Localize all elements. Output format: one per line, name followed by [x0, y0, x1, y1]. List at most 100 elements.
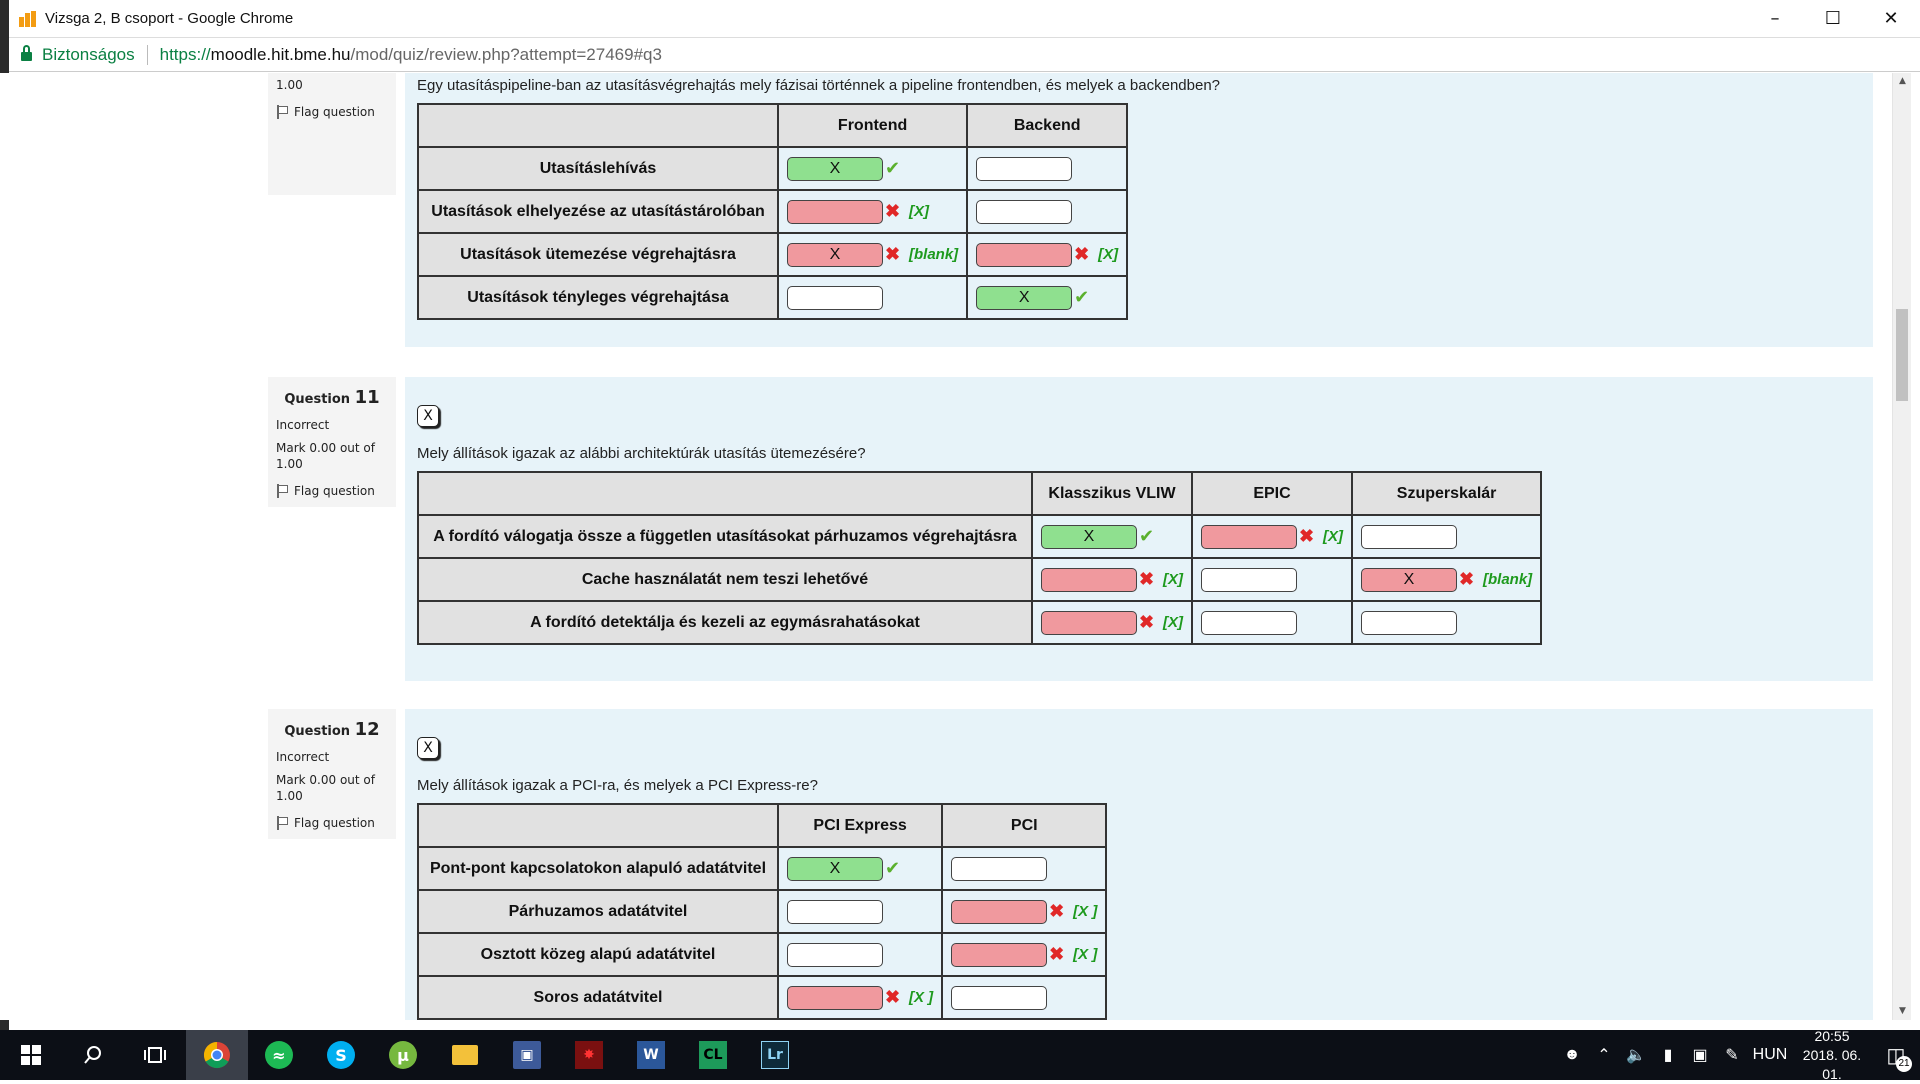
lightroom-icon[interactable]: Lr [744, 1030, 806, 1080]
answer-input[interactable] [787, 985, 883, 1010]
answer-cell: X ✔ [776, 846, 944, 891]
answer-input[interactable] [951, 856, 1048, 881]
answer-input[interactable] [1361, 610, 1457, 635]
maximize-icon[interactable]: ☐ [1804, 0, 1862, 38]
flag-label: Flag question [294, 484, 375, 498]
column-header: Szuperskalár [1350, 471, 1543, 516]
answer-cell [941, 975, 1108, 1020]
people-icon[interactable]: ☻ [1556, 1046, 1588, 1064]
x-button[interactable]: X [417, 737, 439, 759]
question-label: Question [284, 392, 351, 407]
answer-input[interactable] [951, 942, 1048, 967]
answer-input[interactable] [1201, 610, 1297, 635]
correct-answer-hint: [X ] [1073, 946, 1098, 963]
cross-icon: ✖ [885, 987, 901, 1007]
close-icon[interactable]: ✕ [1862, 0, 1920, 38]
language-indicator[interactable]: HUN [1748, 1046, 1792, 1064]
url-text[interactable]: https://moodle.hit.bme.hu/mod/quiz/revie… [160, 45, 662, 65]
save-disk-icon[interactable]: ▣ [496, 1030, 558, 1080]
row-label: Utasítások elhelyezése az utasítástároló… [417, 189, 779, 234]
answer-input[interactable] [1201, 567, 1297, 592]
vertical-scrollbar[interactable]: ▲ ▼ [1892, 73, 1911, 1020]
table-row: A fordító detektálja és kezeli az egymás… [417, 600, 1543, 645]
answer-input[interactable] [787, 899, 883, 924]
battery-icon[interactable]: ▮ [1652, 1045, 1684, 1065]
answer-input[interactable] [1361, 524, 1457, 549]
table-header-row: Frontend Backend [417, 103, 1129, 148]
chevron-up-icon[interactable]: ⌃ [1588, 1045, 1620, 1065]
task-view-icon[interactable] [124, 1030, 186, 1080]
answer-input[interactable] [1041, 610, 1137, 635]
answer-input[interactable] [976, 156, 1073, 181]
answer-input[interactable] [1041, 567, 1137, 592]
address-bar[interactable]: Biztonságos https://moodle.hit.bme.hu/mo… [9, 38, 1920, 72]
flag-icon [276, 484, 288, 498]
windows-start-icon[interactable] [0, 1030, 62, 1080]
column-header: PCI [941, 803, 1108, 848]
answer-cell [966, 189, 1129, 234]
address-separator [146, 44, 148, 65]
answer-input[interactable]: X [787, 156, 883, 181]
utorrent-icon[interactable]: μ [372, 1030, 434, 1080]
answer-input[interactable]: X [1361, 567, 1457, 592]
answer-input[interactable] [787, 199, 883, 224]
answer-input[interactable] [1201, 524, 1297, 549]
table-row: Pont-pont kapcsolatokon alapuló adatátvi… [417, 846, 1108, 891]
clock[interactable]: 20:55 2018. 06. 01. [1792, 1027, 1872, 1084]
file-explorer-icon[interactable] [434, 1030, 496, 1080]
volume-icon[interactable]: 🔈 [1620, 1045, 1652, 1065]
flag-icon [276, 105, 288, 119]
answer-table: Frontend Backend Utasításlehívás X ✔ Utasítás… [417, 103, 1129, 320]
scroll-down-icon[interactable]: ▼ [1893, 1003, 1912, 1020]
checkmark-icon: ✔ [1139, 526, 1155, 546]
answer-input[interactable] [951, 899, 1048, 924]
answer-input[interactable] [976, 242, 1073, 267]
question-label: Question [284, 724, 351, 739]
scroll-up-icon[interactable]: ▲ [1893, 73, 1912, 90]
answer-table: PCI Express PCI Pont-pont kapcsolatokon al… [417, 803, 1108, 1020]
minimize-icon[interactable]: – [1746, 0, 1804, 38]
answer-input[interactable] [787, 285, 883, 310]
title-bar: Vizsga 2, B csoport - Google Chrome – ☐ … [9, 0, 1920, 38]
lock-icon[interactable] [21, 44, 32, 61]
skype-icon[interactable]: S [310, 1030, 372, 1080]
clock-time: 20:55 [1814, 1027, 1850, 1044]
flag-question-button[interactable]: Flag question [276, 105, 388, 119]
game-icon[interactable]: ✸ [558, 1030, 620, 1080]
answer-input[interactable]: X [976, 285, 1073, 310]
flag-label: Flag question [294, 816, 375, 830]
answer-cell: ✖ [X ] [776, 975, 944, 1020]
answer-input[interactable]: X [787, 242, 883, 267]
chrome-icon[interactable] [186, 1030, 248, 1080]
table-row: Soros adatátvitel ✖ [X ] [417, 975, 1108, 1020]
network-icon[interactable]: ▣ [1684, 1045, 1716, 1065]
column-header: Backend [966, 103, 1129, 148]
answer-input[interactable] [787, 942, 883, 967]
correct-answer-hint: [blank] [909, 246, 959, 263]
answer-cell: ✖ [X] [776, 189, 969, 234]
secure-label[interactable]: Biztonságos [42, 45, 135, 65]
answer-input[interactable] [976, 199, 1073, 224]
flag-question-button[interactable]: Flag question [276, 484, 388, 498]
scrollbar-thumb[interactable] [1896, 309, 1908, 401]
notification-icon[interactable]: ◫ 21 [1872, 1043, 1920, 1072]
correct-answer-hint: [X] [1163, 614, 1183, 631]
clock-date: 2018. 06. 01. [1802, 1046, 1862, 1082]
x-button[interactable]: X [417, 405, 439, 427]
clion-icon[interactable]: CL [682, 1030, 744, 1080]
system-tray: ☻ ⌃ 🔈 ▮ ▣ ✎ HUN 20:55 2018. 06. 01. ◫ 21 [1556, 1027, 1920, 1084]
pen-icon[interactable]: ✎ [1716, 1045, 1748, 1065]
correct-answer-hint: [X ] [1073, 903, 1098, 920]
flag-icon [276, 816, 288, 830]
search-icon[interactable] [62, 1030, 124, 1080]
answer-cell [776, 932, 944, 977]
word-icon[interactable]: W [620, 1030, 682, 1080]
answer-cell: ✖ [X] [1031, 600, 1193, 645]
answer-input[interactable]: X [787, 856, 883, 881]
answer-cell [1191, 557, 1353, 602]
flag-question-button[interactable]: Flag question [276, 816, 388, 830]
answer-input[interactable]: X [1041, 524, 1137, 549]
cross-icon: ✖ [1049, 901, 1065, 921]
spotify-icon[interactable]: ≈ [248, 1030, 310, 1080]
answer-input[interactable] [951, 985, 1048, 1010]
